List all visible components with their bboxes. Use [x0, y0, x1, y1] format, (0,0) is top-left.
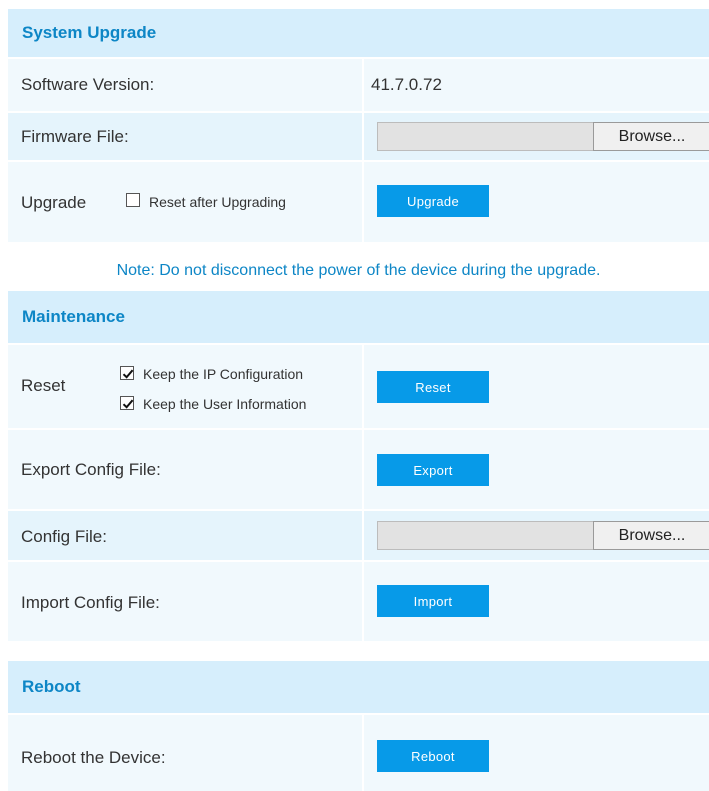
checkmark-icon [122, 399, 134, 409]
software-version-value: 41.7.0.72 [371, 75, 442, 94]
config-file-label: Config File: [21, 527, 107, 546]
import-button[interactable]: Import [377, 585, 489, 617]
reset-after-upgrading-checkbox[interactable] [126, 193, 140, 207]
checkmark-icon [122, 369, 134, 379]
maintenance-title: Maintenance [22, 307, 125, 326]
firmware-file-input[interactable] [377, 122, 594, 151]
firmware-file-label: Firmware File: [21, 127, 129, 146]
config-file-input[interactable] [377, 521, 594, 550]
reboot-row: Reboot the Device: Reboot [8, 715, 709, 791]
firmware-file-row: Firmware File: Browse... [8, 113, 709, 160]
system-upgrade-header: System Upgrade [8, 9, 709, 57]
export-button[interactable]: Export [377, 454, 489, 486]
config-browse-button[interactable]: Browse... [593, 521, 709, 550]
firmware-browse-button[interactable]: Browse... [593, 122, 709, 151]
upgrade-label: Upgrade [21, 193, 87, 212]
import-config-label: Import Config File: [21, 593, 160, 612]
keep-user-label: Keep the User Information [143, 396, 307, 412]
upgrade-button[interactable]: Upgrade [377, 185, 489, 217]
reset-label: Reset [21, 376, 66, 395]
software-version-label: Software Version: [21, 75, 155, 94]
keep-ip-label: Keep the IP Configuration [143, 366, 304, 382]
software-version-row: Software Version: 41.7.0.72 [8, 59, 709, 111]
reboot-button[interactable]: Reboot [377, 740, 489, 772]
reset-after-upgrading-label: Reset after Upgrading [149, 194, 286, 210]
export-config-row: Export Config File: Export [8, 430, 709, 509]
keep-user-checkbox[interactable] [120, 396, 134, 410]
maintenance-header: Maintenance [8, 291, 709, 343]
export-config-label: Export Config File: [21, 460, 161, 479]
reboot-title: Reboot [22, 677, 81, 696]
system-upgrade-title: System Upgrade [22, 23, 157, 42]
reboot-header: Reboot [8, 661, 709, 713]
reboot-label: Reboot the Device: [21, 748, 166, 767]
reset-row: Reset Keep the IP Configuration Keep the… [8, 345, 709, 428]
config-file-row: Config File: Browse... [8, 511, 709, 560]
upgrade-row: Upgrade Reset after Upgrading Upgrade [8, 162, 709, 242]
reset-button[interactable]: Reset [377, 371, 489, 403]
upgrade-note: Note: Do not disconnect the power of the… [116, 262, 601, 279]
import-config-row: Import Config File: Import [8, 562, 709, 641]
keep-ip-checkbox[interactable] [120, 366, 134, 380]
